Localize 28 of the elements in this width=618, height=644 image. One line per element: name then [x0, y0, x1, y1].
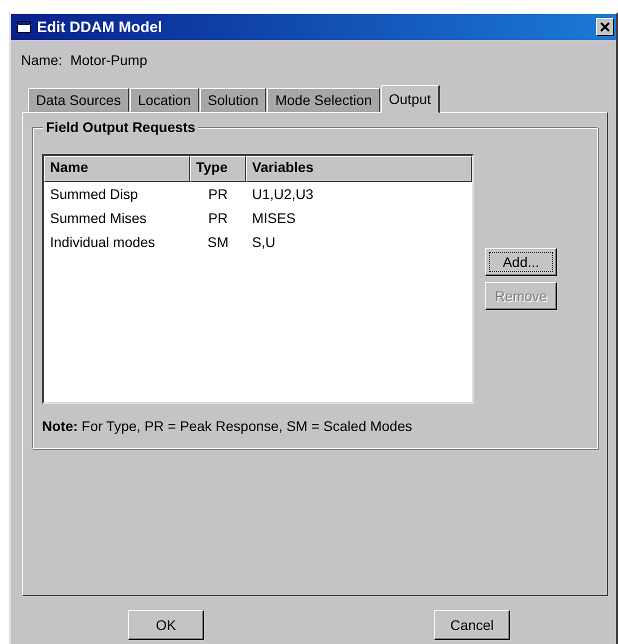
column-header[interactable]: Variables [246, 156, 472, 182]
table-cell-text: PR [207, 210, 229, 226]
tab[interactable]: Output [380, 85, 440, 113]
tab[interactable]: Solution [200, 88, 266, 112]
tab[interactable]: Mode Selection [267, 88, 380, 112]
dialog-button[interactable]: Cancel [434, 610, 510, 640]
tab[interactable]: Location [130, 88, 199, 112]
name-label: Name: [21, 52, 62, 70]
close-button[interactable] [596, 18, 614, 36]
table-cell-text: SM [206, 234, 230, 250]
group-title: Field Output Requests [43, 119, 198, 135]
tab[interactable]: Data Sources [28, 88, 129, 112]
table-cell-text: Summed Disp [49, 186, 139, 202]
table-cell-text: S,U [251, 234, 276, 250]
dialog-button[interactable]: OK [128, 610, 204, 640]
table-cell-text: Summed Mises [49, 210, 148, 226]
table-cell-text: U1,U2,U3 [251, 186, 314, 202]
table-cell-text: PR [207, 186, 229, 202]
window-title: Edit DDAM Model [37, 18, 163, 36]
window-icon [17, 21, 31, 33]
note-text: Note: For Type, PR = Peak Response, SM = Scaled Modes [42, 418, 414, 434]
close-icon [600, 22, 610, 32]
name-value: Motor-Pump [70, 52, 148, 70]
table-cell-text: MISES [251, 210, 297, 226]
table-cell-text: Individual modes [49, 234, 156, 250]
action-button[interactable]: Add... [485, 248, 557, 276]
column-header[interactable]: Type [190, 156, 246, 182]
column-header[interactable]: Name [44, 156, 190, 182]
